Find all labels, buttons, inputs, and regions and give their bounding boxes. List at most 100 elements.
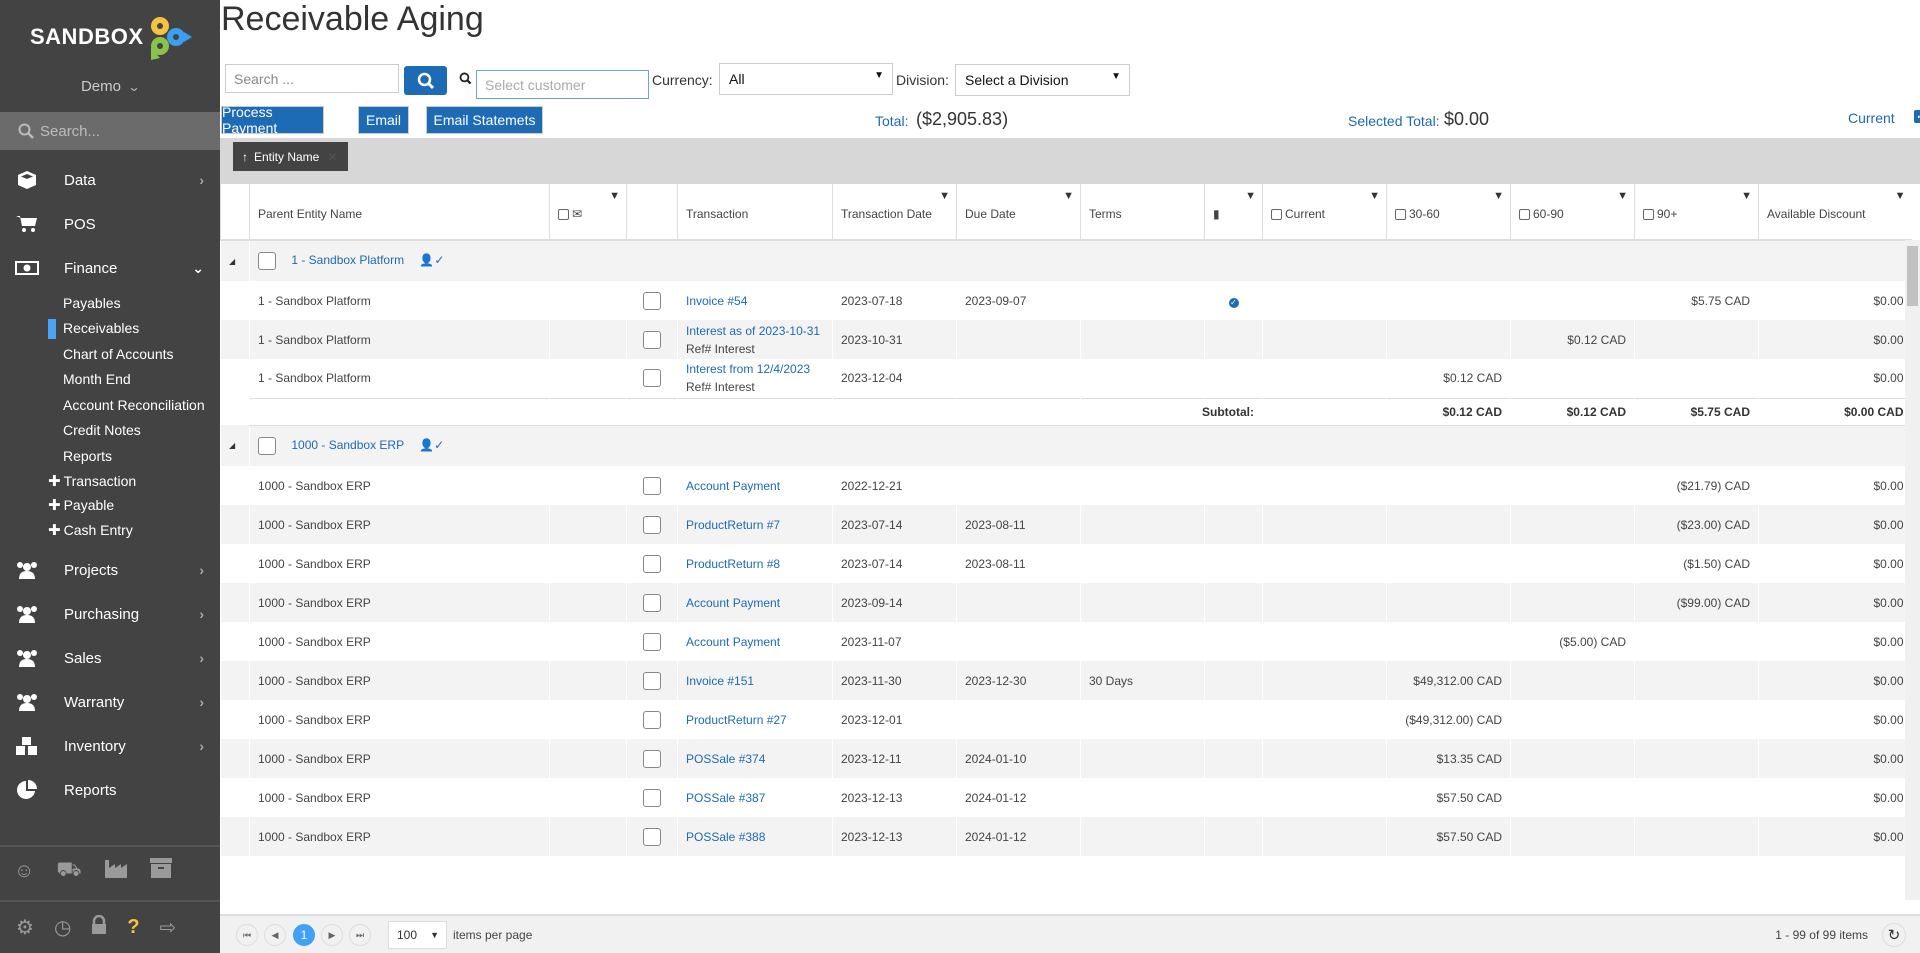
filter-icon[interactable]: ▼ bbox=[939, 190, 950, 202]
user-check-icon[interactable]: 👤✓ bbox=[419, 253, 444, 267]
sidebar-item-projects[interactable]: Projects › bbox=[0, 548, 220, 592]
last-page-button[interactable]: ⏭ bbox=[349, 924, 371, 946]
search-input[interactable]: Search ... bbox=[225, 64, 399, 93]
group-chip-entity-name[interactable]: ↑ Entity Name ✕ bbox=[233, 142, 348, 171]
remove-group-icon[interactable]: ✕ bbox=[327, 150, 337, 164]
transaction-link[interactable]: Account Payment bbox=[686, 596, 780, 610]
sidebar-item-inventory[interactable]: Inventory › bbox=[0, 724, 220, 768]
transaction-link[interactable]: POSSale #388 bbox=[686, 830, 765, 844]
division-select[interactable]: Select a Division ▼ bbox=[955, 64, 1130, 96]
sidebar-add-transaction[interactable]: ✚ Transaction bbox=[0, 469, 220, 494]
sidebar-item-data[interactable]: Data › bbox=[0, 158, 220, 202]
row-select-checkbox[interactable] bbox=[643, 515, 661, 534]
row-select-checkbox[interactable] bbox=[643, 632, 661, 651]
page-size-select[interactable]: 100 ▼ bbox=[388, 921, 447, 949]
page-1-button[interactable]: 1 bbox=[293, 924, 315, 946]
header-terms[interactable]: Terms bbox=[1080, 184, 1205, 241]
header-due-date[interactable]: Due Date ▼ bbox=[956, 184, 1081, 241]
filter-icon[interactable]: ▼ bbox=[1063, 190, 1074, 202]
sidebar-item-warranty[interactable]: Warranty › bbox=[0, 680, 220, 724]
lock-icon[interactable] bbox=[91, 914, 107, 941]
customer-select-input[interactable]: Select customer bbox=[476, 70, 649, 99]
process-payment-button[interactable]: Process Payment bbox=[221, 104, 324, 136]
header-current[interactable]: Current ▼ bbox=[1262, 184, 1387, 241]
header-available-discount[interactable]: Available Discount ▼ bbox=[1758, 184, 1912, 241]
logo[interactable]: SANDBOX bbox=[0, 0, 220, 68]
sidebar-sub-reports[interactable]: Reports bbox=[0, 443, 220, 469]
search-button[interactable] bbox=[404, 66, 447, 95]
filter-icon[interactable]: ▼ bbox=[1741, 190, 1752, 202]
header-transaction-date[interactable]: Transaction Date ▼ bbox=[832, 184, 957, 241]
sidebar-item-sales[interactable]: Sales › bbox=[0, 636, 220, 680]
factory-icon[interactable] bbox=[104, 858, 128, 884]
transaction-link[interactable]: Invoice #54 bbox=[686, 294, 747, 308]
sidebar-item-purchasing[interactable]: Purchasing › bbox=[0, 592, 220, 636]
transaction-link[interactable]: ProductReturn #8 bbox=[686, 557, 780, 571]
select-60-90-checkbox[interactable] bbox=[1519, 209, 1530, 221]
logout-icon[interactable]: ⇨ bbox=[160, 915, 177, 940]
row-select-checkbox[interactable] bbox=[643, 476, 661, 495]
email-statements-button[interactable]: Email Statemets bbox=[426, 106, 543, 134]
transaction-link[interactable]: Invoice #151 bbox=[686, 674, 754, 688]
row-select-checkbox[interactable] bbox=[643, 291, 661, 310]
group-select-checkbox[interactable] bbox=[258, 436, 276, 455]
select-all-email-checkbox[interactable] bbox=[558, 209, 569, 221]
row-select-checkbox[interactable] bbox=[643, 554, 661, 573]
filter-icon[interactable]: ▼ bbox=[1895, 190, 1906, 202]
sidebar-add-cash-entry[interactable]: ✚ Cash Entry bbox=[0, 518, 220, 543]
user-check-icon[interactable]: 👤✓ bbox=[419, 438, 444, 452]
truck-icon[interactable]: ⛟ bbox=[56, 859, 81, 884]
gear-icon[interactable]: ⚙ bbox=[16, 915, 34, 940]
row-select-checkbox[interactable] bbox=[643, 710, 661, 729]
sidebar-item-reports[interactable]: Reports bbox=[0, 768, 220, 812]
org-switcher[interactable]: Demo ⌄ bbox=[0, 78, 220, 95]
sidebar-sub-receivables[interactable]: Receivables bbox=[0, 316, 220, 342]
header-transaction[interactable]: Transaction bbox=[677, 184, 833, 241]
sidebar-item-pos[interactable]: POS bbox=[0, 202, 220, 246]
transaction-link[interactable]: Interest as of 2023-10-31 bbox=[686, 324, 820, 338]
select-90-plus-checkbox[interactable] bbox=[1643, 209, 1654, 221]
sidebar-add-payable[interactable]: ✚ Payable bbox=[0, 493, 220, 518]
collapse-toggle[interactable]: ◢ bbox=[220, 425, 250, 466]
transaction-link[interactable]: ProductReturn #7 bbox=[686, 518, 780, 532]
current-toggle-checkbox[interactable]: ✓ bbox=[1914, 110, 1920, 123]
filter-icon[interactable]: ▼ bbox=[1493, 190, 1504, 202]
filter-icon[interactable]: ▼ bbox=[1617, 190, 1628, 202]
transaction-link[interactable]: ProductReturn #27 bbox=[686, 713, 787, 727]
transaction-link[interactable]: Account Payment bbox=[686, 635, 780, 649]
row-select-checkbox[interactable] bbox=[643, 330, 661, 349]
header-email-select[interactable]: ✉ ▼ bbox=[549, 184, 627, 241]
collapse-toggle[interactable]: ◢ bbox=[220, 240, 250, 281]
header-30-60[interactable]: 30-60 ▼ bbox=[1386, 184, 1511, 241]
header-60-90[interactable]: 60-90 ▼ bbox=[1510, 184, 1635, 241]
first-page-button[interactable]: ⏮ bbox=[236, 924, 258, 946]
archive-icon[interactable] bbox=[149, 858, 172, 884]
header-pdf[interactable]: ▮ ▼ bbox=[1204, 184, 1263, 241]
filter-icon[interactable]: ▼ bbox=[609, 190, 620, 202]
currency-select[interactable]: All ▼ bbox=[719, 63, 893, 95]
sidebar-search[interactable]: Search... bbox=[0, 112, 220, 150]
group-name-link[interactable]: 1 - Sandbox Platform bbox=[291, 253, 404, 267]
users-icon[interactable]: ☺ bbox=[14, 860, 34, 883]
sidebar-sub-payables[interactable]: Payables bbox=[0, 290, 220, 316]
next-page-button[interactable]: ▶ bbox=[321, 924, 343, 946]
sidebar-sub-month-end[interactable]: Month End bbox=[0, 367, 220, 393]
header-90-plus[interactable]: 90+ ▼ bbox=[1634, 184, 1759, 241]
scrollbar-thumb[interactable] bbox=[1907, 246, 1918, 306]
email-button[interactable]: Email bbox=[358, 106, 409, 134]
select-current-checkbox[interactable] bbox=[1271, 209, 1282, 221]
transaction-link[interactable]: POSSale #374 bbox=[686, 752, 765, 766]
sidebar-sub-chart-of-accounts[interactable]: Chart of Accounts bbox=[0, 341, 220, 367]
prev-page-button[interactable]: ◀ bbox=[264, 924, 286, 946]
group-select-checkbox[interactable] bbox=[258, 252, 276, 270]
transaction-link[interactable]: Account Payment bbox=[686, 479, 780, 493]
group-name-link[interactable]: 1000 - Sandbox ERP bbox=[291, 438, 404, 452]
sidebar-sub-account-reconciliation[interactable]: Account Reconciliation bbox=[0, 392, 220, 418]
row-select-checkbox[interactable] bbox=[643, 593, 661, 612]
transaction-link[interactable]: Interest from 12/4/2023 bbox=[686, 362, 810, 376]
vertical-scrollbar[interactable] bbox=[1905, 240, 1920, 900]
row-select-checkbox[interactable] bbox=[643, 671, 661, 690]
row-select-checkbox[interactable] bbox=[643, 788, 661, 807]
row-select-checkbox[interactable] bbox=[643, 749, 661, 768]
row-select-checkbox[interactable] bbox=[643, 827, 661, 846]
